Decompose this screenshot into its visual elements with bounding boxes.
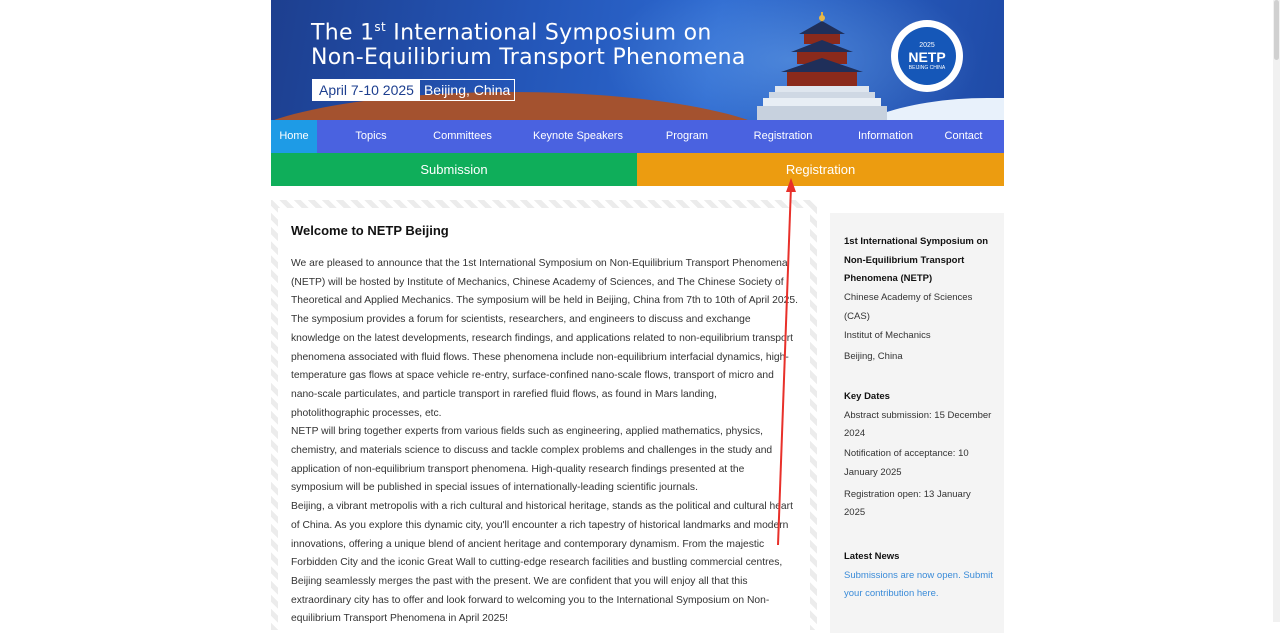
page-scrollbar[interactable] [1273,0,1280,622]
banner-date-location: April 7-10 2025 Beijing, China [312,79,516,101]
welcome-paragraph-3: Beijing, a vibrant metropolis with a ric… [291,501,793,625]
action-bar: Submission Registration [271,153,1004,186]
welcome-section: Welcome to NETP Beijing We are pleased t… [271,200,817,638]
banner-location: Beijing, China [423,82,511,98]
welcome-paragraph-2: NETP will bring together experts from va… [291,426,773,494]
sidebar: 1st International Symposium on Non-Equil… [830,213,1004,633]
key-date-abstract: Abstract submission: 15 December 2024 [844,409,992,440]
sidebar-organizer-line3: Beijing, China [844,351,903,363]
registration-button[interactable]: Registration [637,153,1004,186]
sidebar-organizer-title: 1st International Symposium on Non-Equil… [844,236,989,285]
nav-home[interactable]: Home [271,120,317,153]
netp-logo: 2025 NETP BEIJING CHINA [891,20,963,92]
submission-button[interactable]: Submission [271,153,637,186]
latest-news-title: Latest News [844,551,900,562]
nav-committees[interactable]: Committees [425,120,500,153]
scrollbar-thumb[interactable] [1274,0,1279,60]
sidebar-organizer-line2: Institut of Mechanics [844,329,931,341]
key-date-notification: Notification of acceptance: 10 January 2… [844,448,969,478]
sidebar-organizer-line1: Chinese Academy of Sciences (CAS) [844,292,973,322]
latest-news-link[interactable]: Submissions are now open. Submit your co… [844,570,993,600]
key-date-registration: Registration open: 13 January 2025 [844,488,971,519]
sidebar-key-dates: Key Dates Abstract submission: 15 Decemb… [844,388,994,523]
sidebar-latest-news: Latest News Submissions are now open. Su… [844,548,994,604]
banner-dates: April 7-10 2025 [313,80,420,100]
nav-program[interactable]: Program [656,120,718,153]
welcome-paragraph-1: We are pleased to announce that the 1st … [291,258,798,419]
nav-keynote-speakers[interactable]: Keynote Speakers [500,120,656,153]
key-dates-title: Key Dates [844,391,890,402]
main-nav: Home Topics Committees Keynote Speakers … [271,120,1004,153]
sidebar-organizer: 1st International Symposium on Non-Equil… [844,233,994,367]
header-banner: The 1st International Symposium on Non-E… [271,0,1004,120]
banner-title-line1: The 1st International Symposium on [311,20,712,46]
welcome-text: We are pleased to announce that the 1st … [291,255,798,629]
nav-contact[interactable]: Contact [923,120,1004,153]
temple-of-heaven-image [757,12,887,120]
welcome-heading: Welcome to NETP Beijing [291,223,449,238]
nav-information[interactable]: Information [848,120,923,153]
nav-registration[interactable]: Registration [718,120,848,153]
banner-title-line2: Non-Equilibrium Transport Phenomena [311,45,746,70]
nav-topics[interactable]: Topics [317,120,425,153]
